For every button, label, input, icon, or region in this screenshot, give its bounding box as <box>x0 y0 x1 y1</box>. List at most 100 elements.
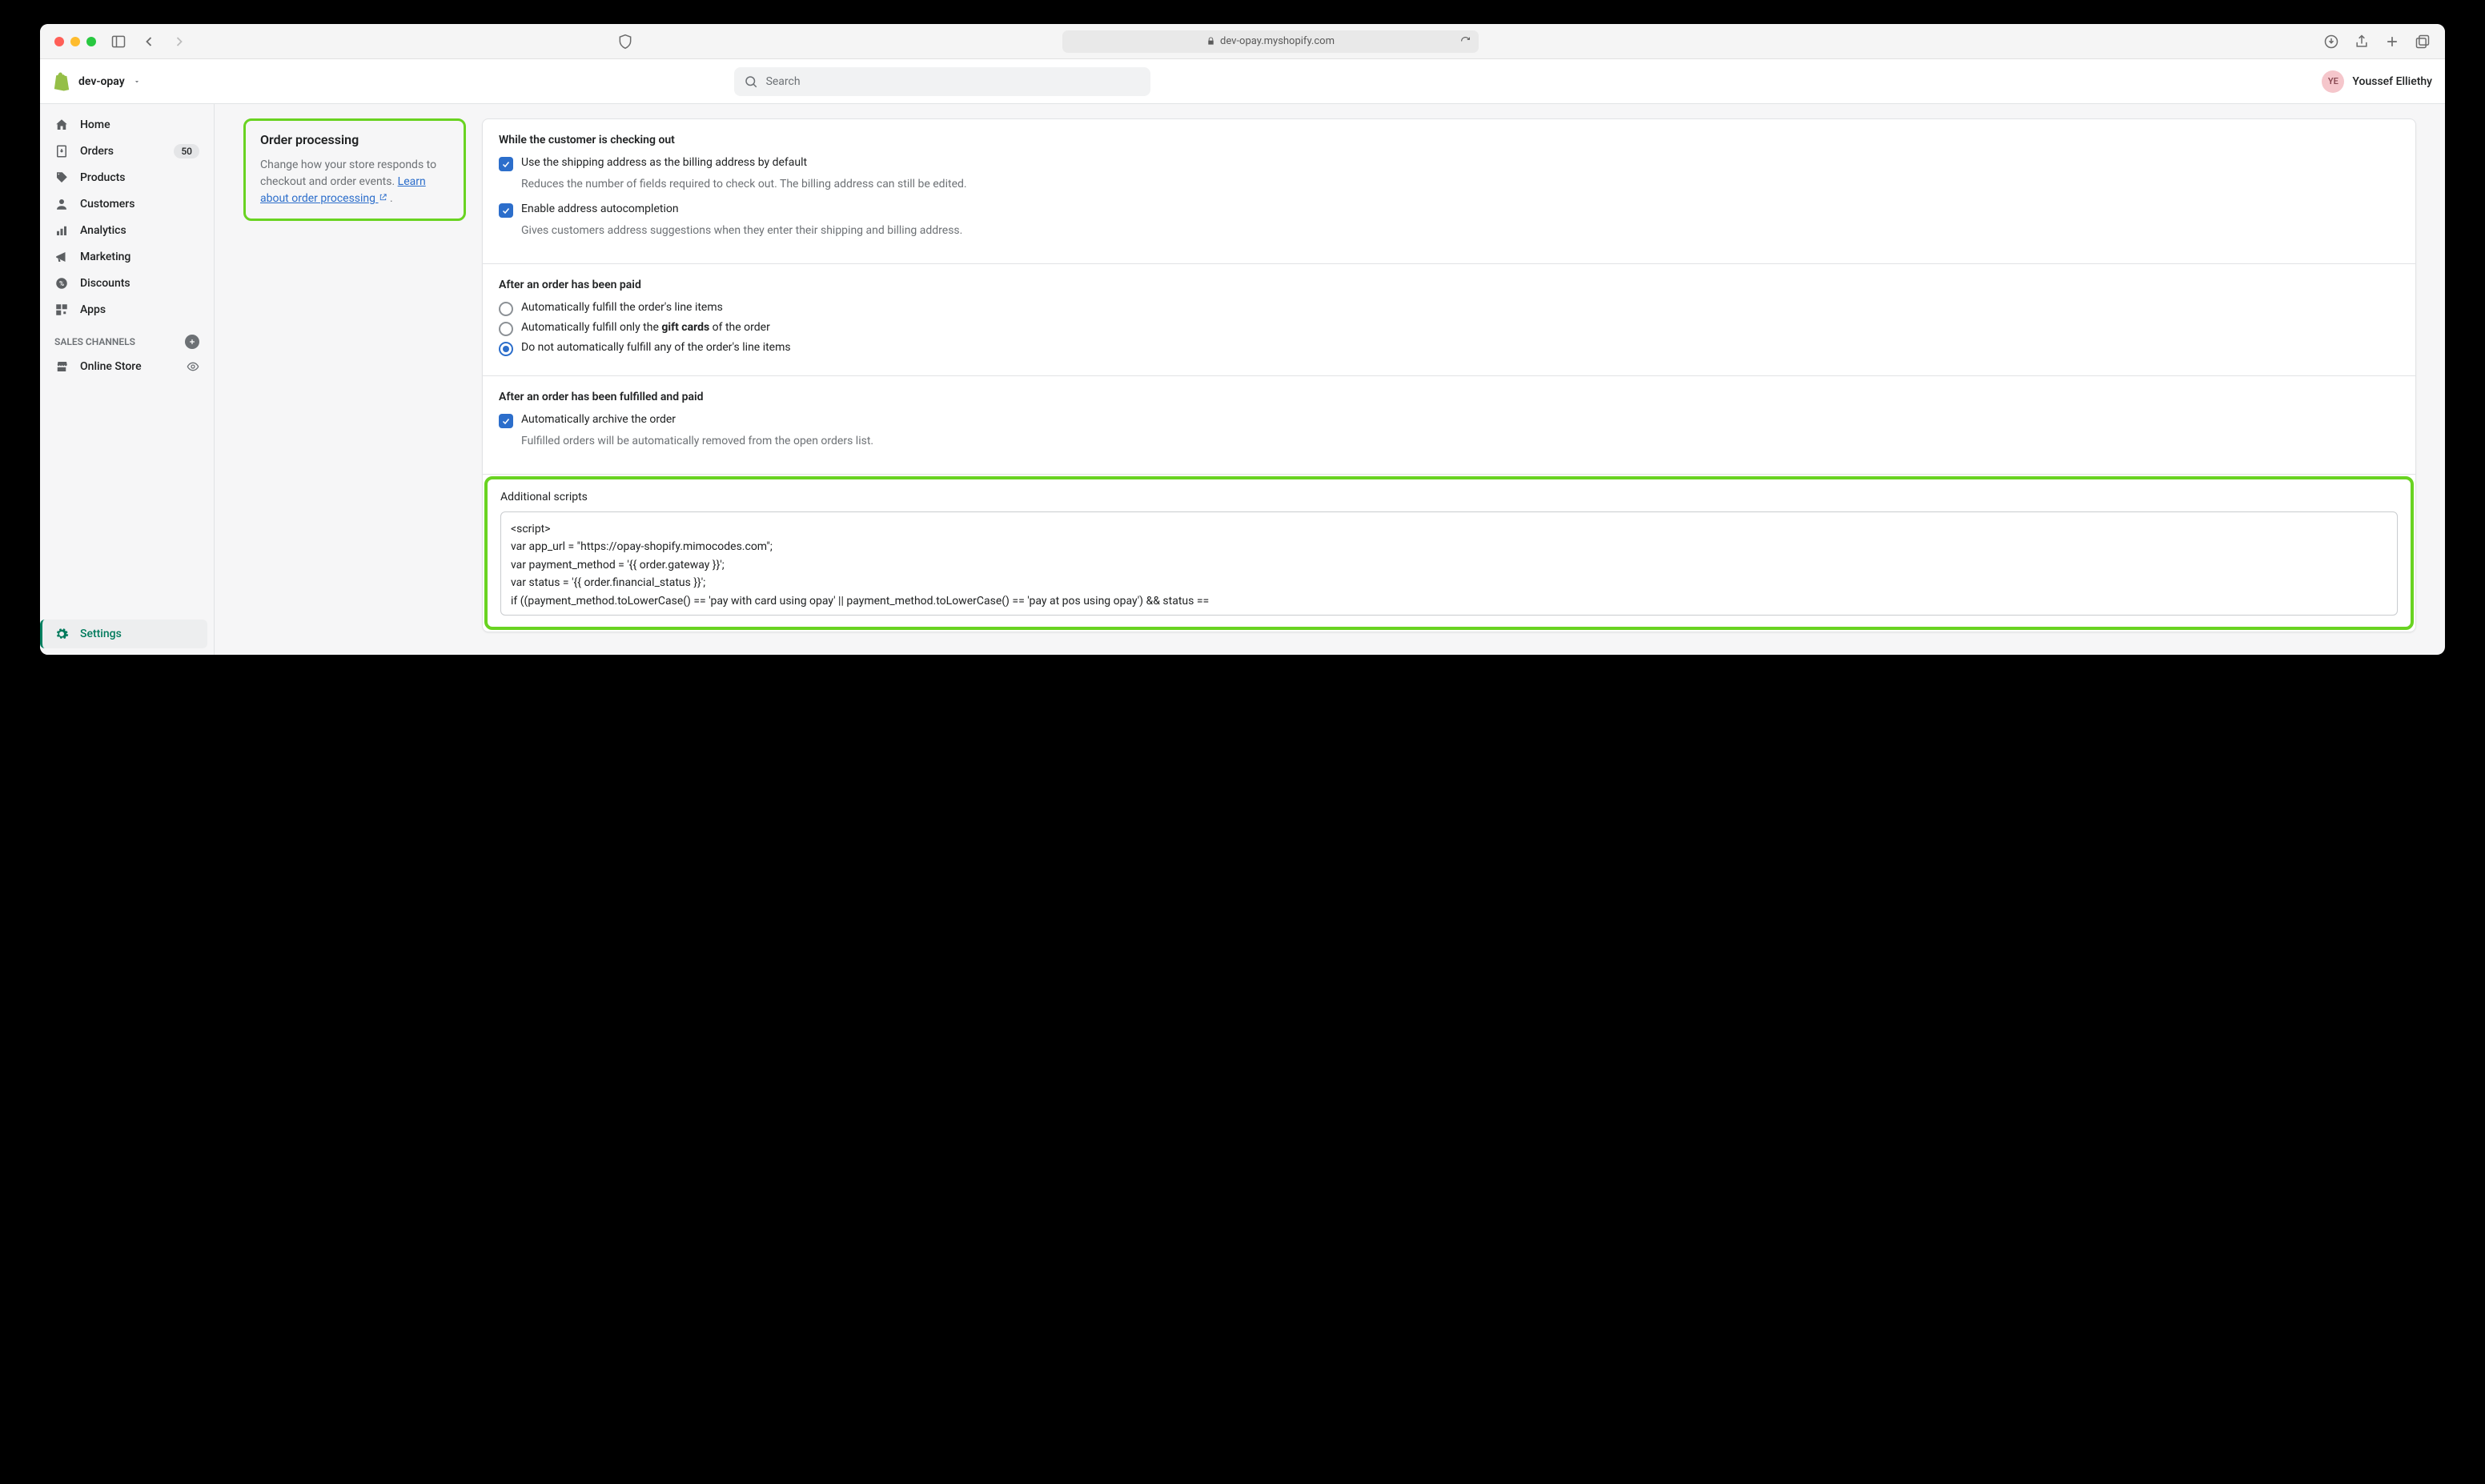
sidebar-item-label: Apps <box>80 303 106 316</box>
orders-badge: 50 <box>174 144 199 158</box>
checkbox-checked-icon[interactable] <box>499 414 513 428</box>
reload-icon[interactable] <box>1460 36 1471 46</box>
option-help: Fulfilled orders will be automatically r… <box>521 433 2399 450</box>
address-bar[interactable]: dev-opay.myshopify.com <box>1062 30 1479 53</box>
option-label: Use the shipping address as the billing … <box>521 156 2399 169</box>
sidebar-item-label: Home <box>80 118 110 131</box>
sidebar-item-label: Discounts <box>80 277 130 290</box>
option-label: Automatically fulfill only the gift card… <box>521 321 2399 334</box>
option-help: Gives customers address suggestions when… <box>521 223 2399 239</box>
browser-titlebar: dev-opay.myshopify.com <box>40 24 2445 59</box>
sidebar-item-customers[interactable]: Customers <box>46 191 207 217</box>
sidebar-item-label: Online Store <box>80 360 142 373</box>
search-icon <box>744 74 758 89</box>
shopify-logo-icon <box>53 72 70 91</box>
panel-title: Order processing <box>260 132 449 147</box>
search-input[interactable]: Search <box>734 67 1150 96</box>
sidebar-section-channels: SALES CHANNELS <box>40 323 214 354</box>
sidebar-item-apps[interactable]: Apps <box>46 297 207 323</box>
radio-unchecked-icon[interactable] <box>499 322 513 336</box>
option-shipping-as-billing[interactable]: Use the shipping address as the billing … <box>499 156 2399 171</box>
store-name: dev-opay <box>78 75 125 88</box>
store-icon <box>54 359 69 374</box>
checkbox-checked-icon[interactable] <box>499 203 513 218</box>
forward-button[interactable] <box>171 34 187 50</box>
sidebar-item-online-store[interactable]: Online Store <box>46 354 207 379</box>
user-name: Youssef Elliethy <box>2352 75 2432 88</box>
option-label: Do not automatically fulfill any of the … <box>521 341 2399 354</box>
window-controls <box>54 37 96 46</box>
sidebar-item-settings[interactable]: Settings <box>40 620 207 648</box>
option-label: Automatically fulfill the order's line i… <box>521 301 2399 314</box>
option-label: Automatically archive the order <box>521 413 2399 426</box>
discounts-icon: % <box>54 276 69 291</box>
url-text: dev-opay.myshopify.com <box>1220 35 1335 47</box>
sidebar-item-label: Settings <box>80 628 122 640</box>
download-icon[interactable] <box>2323 34 2339 50</box>
home-icon <box>54 118 69 132</box>
shield-icon[interactable] <box>617 34 633 50</box>
app-header: dev-opay Search YE Youssef Elliethy <box>40 59 2445 104</box>
svg-text:%: % <box>59 280 64 288</box>
sidebar-item-label: Orders <box>80 145 114 158</box>
option-fulfill-none[interactable]: Do not automatically fulfill any of the … <box>499 341 2399 356</box>
section-checkout: While the customer is checking out Use t… <box>483 119 2415 264</box>
lock-icon <box>1206 37 1215 46</box>
tabs-icon[interactable] <box>2415 34 2431 50</box>
sidebar: Home Orders 50 Products Customers Analyti… <box>40 104 215 655</box>
radio-unchecked-icon[interactable] <box>499 302 513 316</box>
sidebar-item-label: Analytics <box>80 224 126 237</box>
external-link-icon <box>379 193 387 202</box>
radio-checked-icon[interactable] <box>499 342 513 356</box>
customers-icon <box>54 197 69 211</box>
option-label: Enable address autocompletion <box>521 203 2399 215</box>
minimize-window-button[interactable] <box>70 37 80 46</box>
option-auto-archive[interactable]: Automatically archive the order <box>499 413 2399 428</box>
sidebar-item-analytics[interactable]: Analytics <box>46 218 207 243</box>
option-fulfill-all[interactable]: Automatically fulfill the order's line i… <box>499 301 2399 316</box>
user-menu[interactable]: YE Youssef Elliethy <box>2322 70 2432 93</box>
sidebar-item-products[interactable]: Products <box>46 165 207 191</box>
apps-icon <box>54 303 69 317</box>
section-after-paid: After an order has been paid Automatical… <box>483 264 2415 376</box>
sidebar-item-label: Customers <box>80 198 134 211</box>
add-channel-button[interactable] <box>185 335 199 349</box>
orders-icon <box>54 144 69 158</box>
option-address-autocomplete[interactable]: Enable address autocompletion <box>499 203 2399 218</box>
sidebar-item-orders[interactable]: Orders 50 <box>46 138 207 164</box>
back-button[interactable] <box>141 34 157 50</box>
sidebar-item-label: Products <box>80 171 126 184</box>
sidebar-toggle-icon[interactable] <box>110 34 126 50</box>
sidebar-item-discounts[interactable]: % Discounts <box>46 271 207 296</box>
avatar: YE <box>2322 70 2344 93</box>
settings-card: While the customer is checking out Use t… <box>482 118 2416 632</box>
sidebar-item-label: Marketing <box>80 251 130 263</box>
section-title: After an order has been paid <box>499 279 2399 291</box>
section-additional-scripts: Additional scripts <script> var app_url … <box>484 476 2414 630</box>
section-after-fulfilled: After an order has been fulfilled and pa… <box>483 376 2415 475</box>
caret-down-icon <box>133 78 141 86</box>
section-title: After an order has been fulfilled and pa… <box>499 391 2399 403</box>
store-selector[interactable]: dev-opay <box>53 72 141 91</box>
new-tab-icon[interactable] <box>2384 34 2400 50</box>
checkbox-checked-icon[interactable] <box>499 157 513 171</box>
marketing-icon <box>54 250 69 264</box>
order-processing-info-panel: Order processing Change how your store r… <box>243 118 466 221</box>
main-content: Order processing Change how your store r… <box>215 104 2445 655</box>
option-fulfill-giftcards[interactable]: Automatically fulfill only the gift card… <box>499 321 2399 336</box>
gear-icon <box>54 627 69 641</box>
search-placeholder: Search <box>766 75 801 88</box>
products-icon <box>54 170 69 185</box>
section-title: While the customer is checking out <box>499 134 2399 146</box>
share-icon[interactable] <box>2354 34 2370 50</box>
maximize-window-button[interactable] <box>86 37 96 46</box>
view-store-icon[interactable] <box>187 360 199 373</box>
sidebar-item-marketing[interactable]: Marketing <box>46 244 207 270</box>
scripts-textarea[interactable]: <script> var app_url = "https://opay-sho… <box>500 511 2398 616</box>
panel-description: Change how your store responds to checko… <box>260 157 449 207</box>
option-help: Reduces the number of fields required to… <box>521 176 2399 193</box>
sidebar-item-home[interactable]: Home <box>46 112 207 138</box>
analytics-icon <box>54 223 69 238</box>
section-title: Additional scripts <box>500 491 2398 503</box>
close-window-button[interactable] <box>54 37 64 46</box>
